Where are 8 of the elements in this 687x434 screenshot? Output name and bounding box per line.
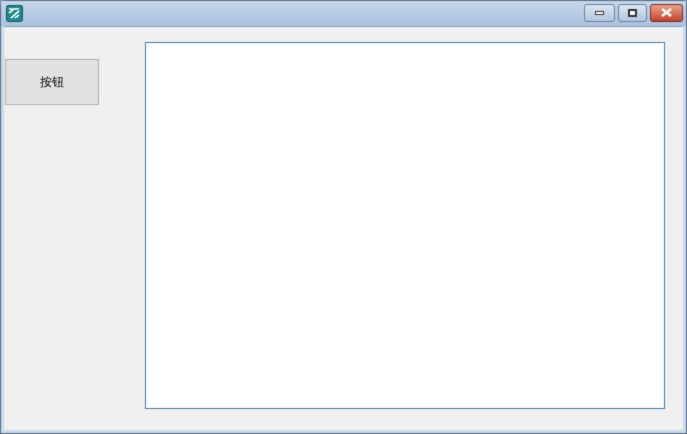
- restore-button[interactable]: [618, 4, 647, 22]
- restore-icon: [628, 8, 637, 16]
- minimize-icon: [595, 10, 604, 14]
- minimize-button[interactable]: [584, 4, 615, 22]
- close-icon: [661, 8, 672, 17]
- push-button[interactable]: 按钮: [5, 59, 99, 105]
- app-icon: [6, 5, 23, 22]
- close-button[interactable]: [650, 4, 683, 22]
